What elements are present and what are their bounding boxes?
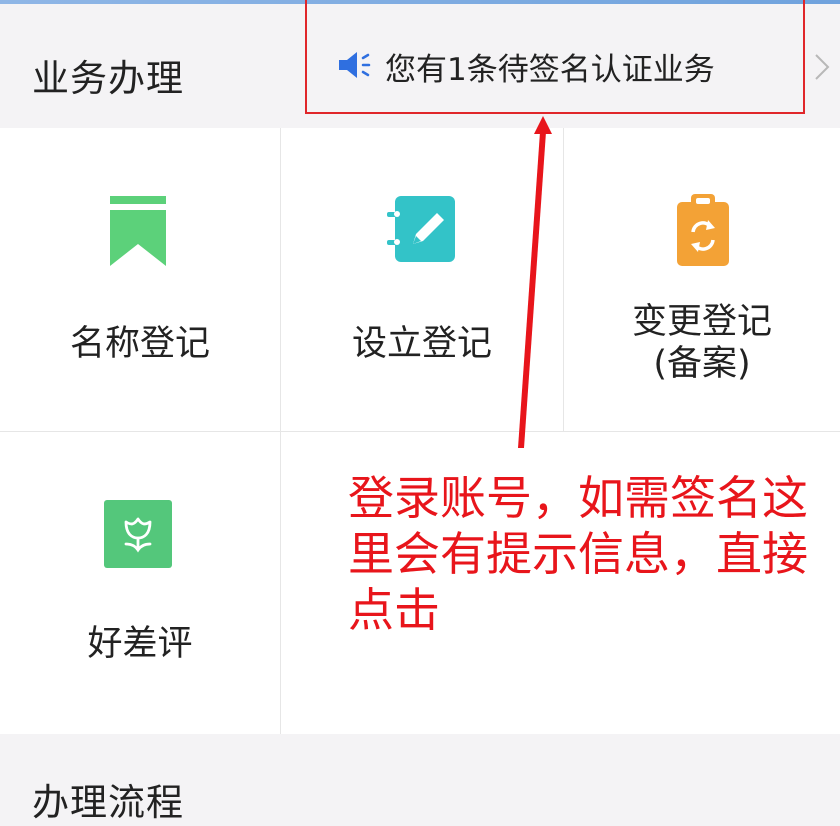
service-label: 好差评 — [87, 624, 193, 664]
service-establishment-registration[interactable]: 设立登记 — [281, 128, 563, 431]
service-label: 名称登记 — [69, 324, 210, 364]
pending-signature-notice[interactable]: 您有1条待签名认证业务 — [305, 0, 805, 114]
service-change-registration[interactable]: 变更登记 (备案) — [564, 128, 840, 431]
service-label: 设立登记 — [351, 324, 492, 364]
clipboard-refresh-icon — [677, 194, 729, 266]
annotation-text: 登录账号，如需签名这里会有提示信息，直接点击 — [348, 471, 808, 637]
service-grid: 名称登记 设立登记 变更登记 (备案) 好差评 — [0, 128, 840, 734]
service-name-registration[interactable]: 名称登记 — [0, 128, 280, 431]
notice-text: 您有1条待签名认证业务 — [385, 52, 715, 88]
flower-icon — [104, 500, 172, 568]
grid-divider — [563, 128, 564, 431]
service-sublabel: (备案) — [653, 344, 751, 384]
bookmark-icon — [110, 196, 166, 266]
section-title: 业务办理 — [32, 57, 184, 100]
notebook-pen-icon — [387, 196, 455, 262]
grid-divider — [0, 431, 840, 432]
process-section-title: 办理流程 — [32, 781, 184, 824]
service-label: 变更登记 — [631, 302, 772, 342]
service-rating[interactable]: 好差评 — [0, 432, 280, 734]
speaker-icon — [339, 52, 371, 78]
chevron-right-icon[interactable] — [812, 52, 832, 82]
